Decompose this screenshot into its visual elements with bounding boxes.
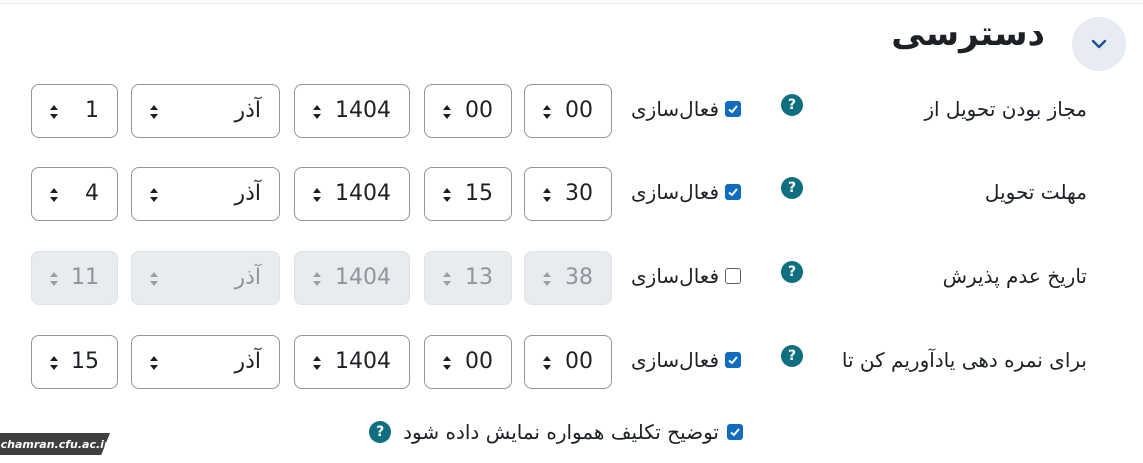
day-select[interactable]: 15 xyxy=(31,335,118,389)
minute-select[interactable]: 00 xyxy=(524,84,612,138)
hour-select[interactable]: 15 xyxy=(424,167,512,221)
enable-checkbox[interactable] xyxy=(725,352,741,368)
month-select[interactable]: آذر xyxy=(131,84,280,138)
month-value: آذر xyxy=(234,349,261,374)
select-arrows-icon xyxy=(543,188,551,202)
help-icon[interactable]: ? xyxy=(781,261,803,283)
top-divider xyxy=(0,3,1143,4)
select-arrows-icon xyxy=(50,272,58,286)
year-select[interactable]: 1404 xyxy=(294,167,410,221)
hour-value: 13 xyxy=(465,265,493,290)
year-value: 1404 xyxy=(335,349,391,374)
month-select: آذر xyxy=(131,251,280,305)
always-show-description-checkbox[interactable] xyxy=(727,424,743,440)
enable-checkbox[interactable] xyxy=(725,184,741,200)
minute-select[interactable]: 30 xyxy=(524,167,612,221)
hour-value: 00 xyxy=(465,98,493,123)
hour-value: 00 xyxy=(465,349,493,374)
year-value: 1404 xyxy=(335,98,391,123)
watermark: chamran.cfu.ac.ir xyxy=(0,433,110,455)
field-label: مجاز بودن تحویل از xyxy=(924,97,1087,121)
select-arrows-icon xyxy=(313,188,321,202)
minute-value: 00 xyxy=(565,349,593,374)
year-select[interactable]: 1404 xyxy=(294,335,410,389)
select-arrows-icon xyxy=(543,105,551,119)
select-arrows-icon xyxy=(150,356,158,370)
section-title: دسترسی xyxy=(891,14,1045,54)
select-arrows-icon xyxy=(150,272,158,286)
select-arrows-icon xyxy=(50,105,58,119)
enable-label: فعال‌سازی xyxy=(631,348,719,372)
month-value: آذر xyxy=(234,181,261,206)
select-arrows-icon xyxy=(443,105,451,119)
enable-label: فعال‌سازی xyxy=(631,180,719,204)
enable-checkbox[interactable] xyxy=(725,101,741,117)
help-icon[interactable]: ? xyxy=(781,94,803,116)
select-arrows-icon xyxy=(443,356,451,370)
select-arrows-icon xyxy=(50,188,58,202)
hour-select[interactable]: 00 xyxy=(424,335,512,389)
section-collapse-button[interactable] xyxy=(1072,17,1126,71)
enable-toggle: فعال‌سازی xyxy=(631,264,741,288)
select-arrows-icon xyxy=(313,272,321,286)
always-show-description-label: توضیح تکلیف همواره نمایش داده شود xyxy=(403,420,719,444)
select-arrows-icon xyxy=(50,356,58,370)
month-value: آذر xyxy=(234,98,261,123)
select-arrows-icon xyxy=(150,105,158,119)
help-icon[interactable]: ? xyxy=(369,421,392,443)
year-value: 1404 xyxy=(335,265,391,290)
enable-toggle: فعال‌سازی xyxy=(631,97,741,121)
minute-select[interactable]: 00 xyxy=(524,335,612,389)
select-arrows-icon xyxy=(313,356,321,370)
hour-value: 15 xyxy=(465,181,493,206)
month-select[interactable]: آذر xyxy=(131,335,280,389)
select-arrows-icon xyxy=(313,105,321,119)
minute-value: 30 xyxy=(565,181,593,206)
day-value: 15 xyxy=(71,349,99,374)
chevron-down-icon xyxy=(1091,39,1107,49)
day-select[interactable]: 4 xyxy=(31,167,118,221)
enable-toggle: فعال‌سازی xyxy=(631,180,741,204)
field-label: مهلت تحویل xyxy=(984,180,1087,204)
select-arrows-icon xyxy=(150,188,158,202)
hour-select[interactable]: 00 xyxy=(424,84,512,138)
day-value: 1 xyxy=(85,98,99,123)
year-value: 1404 xyxy=(335,181,391,206)
year-select[interactable]: 1404 xyxy=(294,84,410,138)
day-select[interactable]: 1 xyxy=(31,84,118,138)
minute-select: 38 xyxy=(524,251,612,305)
month-value: آذر xyxy=(234,265,261,290)
field-label: برای نمره دهی یادآوریم کن تا xyxy=(841,348,1087,372)
enable-label: فعال‌سازی xyxy=(631,264,719,288)
select-arrows-icon xyxy=(443,272,451,286)
select-arrows-icon xyxy=(543,356,551,370)
help-icon[interactable]: ? xyxy=(781,177,803,199)
day-value: 11 xyxy=(71,265,99,290)
enable-label: فعال‌سازی xyxy=(631,97,719,121)
month-select[interactable]: آذر xyxy=(131,167,280,221)
field-label: تاریخ عدم پذیرش xyxy=(942,264,1087,288)
minute-value: 00 xyxy=(565,98,593,123)
hour-select: 13 xyxy=(424,251,512,305)
day-value: 4 xyxy=(85,181,99,206)
help-icon[interactable]: ? xyxy=(781,345,803,367)
select-arrows-icon xyxy=(443,188,451,202)
enable-checkbox[interactable] xyxy=(725,268,741,284)
enable-toggle: فعال‌سازی xyxy=(631,348,741,372)
always-show-description-row: توضیح تکلیف همواره نمایش داده شود ? xyxy=(369,420,743,444)
minute-value: 38 xyxy=(565,265,593,290)
year-select: 1404 xyxy=(294,251,410,305)
select-arrows-icon xyxy=(543,272,551,286)
day-select: 11 xyxy=(31,251,118,305)
